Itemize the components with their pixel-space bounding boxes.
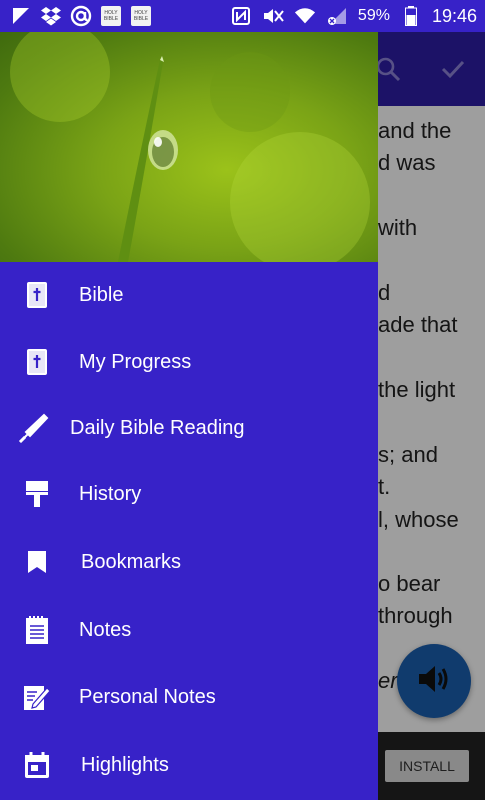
drawer-item-label: Highlights: [81, 753, 169, 776]
notepad-icon: [22, 615, 52, 645]
clock: 19:46: [431, 5, 477, 26]
navigation-drawer: Bible My Progress Daily Bible Reading Hi…: [0, 32, 378, 800]
drawer-item-bible[interactable]: Bible: [0, 262, 378, 328]
mute-icon: [262, 5, 284, 27]
bible-progress-icon: [22, 347, 52, 377]
bible-icon: [22, 280, 52, 310]
flipboard-icon: [10, 5, 32, 27]
drawer-item-label: My Progress: [79, 350, 192, 373]
drawer-header-image: [0, 32, 378, 262]
at-icon: [70, 5, 92, 27]
system-icons: 59% 19:46: [230, 4, 477, 28]
dropbox-icon: [40, 5, 62, 27]
needle-icon: [16, 413, 50, 444]
grass-droplet-image: [10, 32, 370, 262]
drawer-item-notes[interactable]: Notes: [0, 597, 378, 663]
signal-icon: [326, 5, 348, 27]
holy-bible-app-icon: HOLY BIBLE: [130, 5, 152, 27]
drawer-item-label: Bookmarks: [81, 550, 182, 573]
status-bar: HOLY BIBLE HOLY BIBLE 59% 19:46: [0, 0, 485, 32]
drawer-item-label: Daily Bible Reading: [70, 416, 245, 439]
drawer-item-daily-bible-reading[interactable]: Daily Bible Reading: [0, 395, 378, 461]
battery-percent: 59%: [357, 7, 390, 24]
notification-icons: HOLY BIBLE HOLY BIBLE: [10, 4, 152, 28]
drawer-item-personal-notes[interactable]: Personal Notes: [0, 664, 378, 730]
drawer-item-my-progress[interactable]: My Progress: [0, 329, 378, 395]
drawer-item-label: History: [79, 482, 142, 505]
paint-roller-icon: [22, 479, 52, 509]
drawer-item-highlights[interactable]: Highlights: [0, 732, 378, 798]
bookmark-icon: [22, 547, 52, 577]
drawer-item-bookmarks[interactable]: Bookmarks: [0, 529, 378, 595]
drawer-item-label: Notes: [79, 618, 132, 641]
drawer-item-label: Personal Notes: [79, 685, 216, 708]
calendar-icon: [22, 750, 52, 780]
holy-bible-app-icon: HOLY BIBLE: [100, 5, 122, 27]
wifi-icon: [294, 5, 316, 27]
edit-note-icon: [22, 682, 52, 712]
drawer-item-history[interactable]: History: [0, 461, 378, 527]
battery-icon: [400, 5, 422, 27]
drawer-item-label: Bible: [79, 283, 124, 306]
nfc-icon: [230, 5, 252, 27]
